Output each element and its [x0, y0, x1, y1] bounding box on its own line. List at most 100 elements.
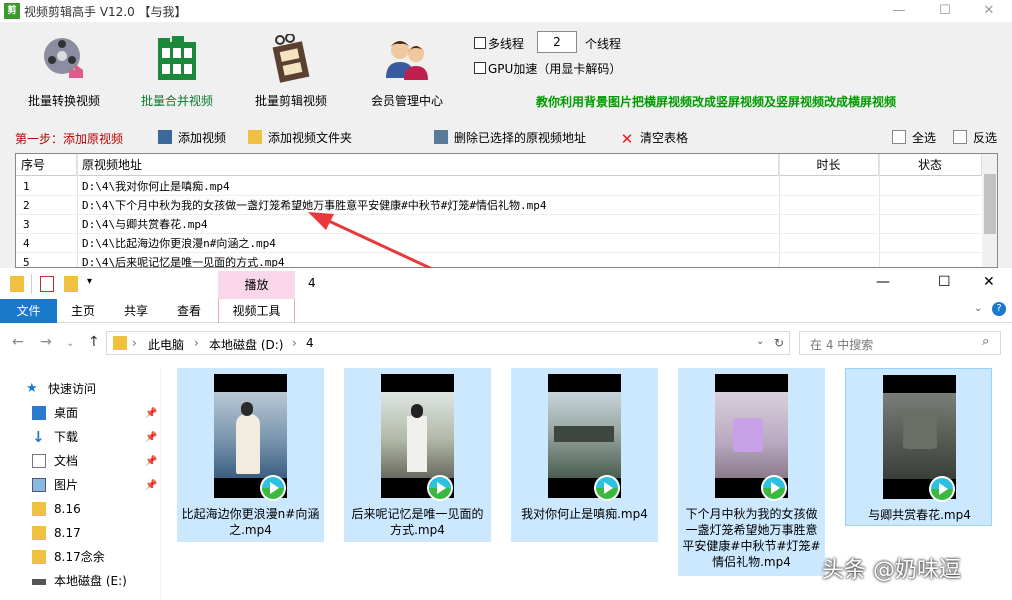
nav-label: 图片: [54, 478, 79, 492]
forward-arrow-icon[interactable]: →: [40, 334, 52, 350]
member-center-label: 会员管理中心: [370, 94, 443, 108]
drive-icon: [32, 579, 46, 585]
row-index: 1: [23, 180, 30, 193]
watermark: 头条 @奶味逗: [822, 558, 961, 583]
new-folder-icon[interactable]: [64, 276, 78, 292]
pin-icon[interactable]: 📌: [145, 480, 157, 491]
batch-convert-label: 批量转换视频: [27, 94, 100, 108]
add-video-button[interactable]: 添加视频: [158, 129, 226, 147]
film-add-icon: [158, 130, 172, 144]
checkbox-icon: [892, 130, 906, 144]
maximize-button[interactable]: ☐: [922, 0, 968, 22]
select-all-label: 全选: [912, 131, 937, 145]
app-title: 视频剪辑高手 V12.0 【与我】: [24, 5, 187, 19]
nav-label: 快速访问: [48, 382, 97, 396]
file-tile[interactable]: 我对你何止是嗔痴.mp4: [511, 368, 658, 542]
col-duration[interactable]: 时长: [779, 154, 879, 176]
gpu-checkbox[interactable]: [474, 62, 486, 74]
folder-add-icon: [248, 130, 262, 144]
picture-icon: [32, 478, 46, 492]
add-folder-label: 添加视频文件夹: [268, 131, 353, 145]
file-tile-selected[interactable]: 与卿共赏春花.mp4: [845, 368, 992, 526]
recent-dropdown-icon[interactable]: ⌄: [66, 338, 74, 349]
batch-cut-button[interactable]: 批量剪辑视频: [236, 33, 346, 109]
batch-convert-button[interactable]: 批量转换视频: [9, 34, 119, 109]
invert-selection-button[interactable]: 反选: [953, 129, 997, 147]
breadcrumb-this-pc[interactable]: 此电脑: [148, 336, 184, 353]
up-arrow-icon[interactable]: ↑: [88, 334, 100, 350]
folder-icon: [113, 336, 127, 350]
delete-selected-button[interactable]: 删除已选择的原视频地址: [434, 129, 586, 147]
minimize-button[interactable]: —: [876, 0, 922, 22]
properties-icon[interactable]: [40, 276, 54, 292]
file-tile[interactable]: 比起海边你更浪漫n#向涵之.mp4: [177, 368, 324, 542]
table-row[interactable]: 1 D:\4\我对你何止是嗔痴.mp4: [16, 177, 982, 196]
file-tile[interactable]: 下个月中秋为我的女孩做一盏灯笼希望她万事胜意平安健康#中秋节#灯笼#情侣礼物.m…: [678, 368, 825, 576]
scrollbar-thumb[interactable]: [984, 174, 996, 234]
ribbon-tabs: 文件 主页 共享 查看 视频工具 ⌄ ?: [0, 299, 1012, 323]
film-reel-icon: [39, 34, 89, 84]
pin-icon[interactable]: 📌: [145, 456, 157, 467]
refresh-icon[interactable]: ↻: [774, 336, 784, 350]
minimize-button[interactable]: —: [876, 274, 890, 290]
table-scrollbar[interactable]: [982, 154, 997, 267]
row-path: D:\4\我对你何止是嗔痴.mp4: [82, 180, 230, 193]
multithread-label: 多线程: [488, 37, 525, 51]
col-path[interactable]: 原视频地址: [77, 154, 779, 176]
tutorial-link[interactable]: 教你利用背景图片把横屏视频改成竖屏视频及竖屏视频改成横屏视频: [536, 93, 896, 110]
app-logo-icon: 剪: [4, 3, 20, 19]
folder-icon: [10, 276, 24, 292]
pin-icon[interactable]: 📌: [145, 432, 157, 443]
cut-film-icon: [266, 33, 316, 84]
pin-icon[interactable]: 📌: [145, 408, 157, 419]
chevron-down-icon[interactable]: ⌄: [974, 303, 982, 314]
desktop-icon: [32, 406, 46, 420]
nav-label: 桌面: [54, 406, 79, 420]
file-tile[interactable]: 后来呢记忆是唯一见面的方式.mp4: [344, 368, 491, 542]
row-index: 5: [23, 256, 30, 268]
breadcrumb-chevron-icon[interactable]: ›: [194, 336, 199, 350]
address-dropdown-icon[interactable]: ⌄: [756, 336, 764, 347]
breadcrumb-chevron-icon[interactable]: ›: [132, 336, 137, 350]
breadcrumb-drive-d[interactable]: 本地磁盘 (D:): [209, 336, 283, 353]
tab-view[interactable]: 查看: [163, 299, 215, 323]
video-player-icon: [928, 475, 956, 503]
close-button[interactable]: ✕: [983, 274, 995, 290]
search-icon[interactable]: ⌕: [982, 334, 989, 349]
nav-label: 下载: [54, 430, 79, 444]
add-folder-button[interactable]: 添加视频文件夹: [248, 129, 352, 147]
multithread-checkbox[interactable]: [474, 37, 486, 49]
col-status[interactable]: 状态: [879, 154, 982, 176]
tab-share[interactable]: 共享: [109, 299, 163, 323]
video-player-icon: [593, 474, 621, 502]
delete-selected-label: 删除已选择的原视频地址: [454, 131, 587, 145]
breadcrumb-chevron-icon[interactable]: ›: [292, 336, 297, 350]
divider: [31, 274, 32, 294]
tab-video-tools[interactable]: 视频工具: [218, 299, 295, 323]
clear-table-button[interactable]: ✕ 清空表格: [620, 129, 688, 147]
batch-merge-button[interactable]: 批量合并视频: [122, 34, 232, 109]
maximize-button[interactable]: ☐: [938, 274, 951, 290]
file-name: 比起海边你更浪漫n#向涵之.mp4: [181, 507, 320, 537]
breadcrumb-folder[interactable]: 4: [306, 336, 314, 350]
tab-file[interactable]: 文件: [0, 299, 57, 323]
quick-access-dropdown-icon[interactable]: ▾: [87, 276, 92, 287]
contextual-tab-play[interactable]: 播放: [218, 271, 295, 299]
search-placeholder: 在 4 中搜索: [810, 338, 874, 352]
thread-count-input[interactable]: 2: [537, 31, 577, 53]
pane-divider: [160, 368, 161, 600]
window-title: 4: [308, 276, 316, 290]
thread-unit-label: 个线程: [585, 37, 622, 51]
help-icon[interactable]: ?: [992, 302, 1006, 316]
gpu-label: GPU加速（用显卡解码）: [488, 62, 622, 76]
select-all-button[interactable]: 全选: [892, 129, 936, 147]
nav-label: 本地磁盘 (E:): [54, 574, 127, 588]
tab-home[interactable]: 主页: [57, 299, 109, 323]
close-button[interactable]: ✕: [966, 0, 1012, 22]
video-player-icon: [426, 474, 454, 502]
search-input[interactable]: 在 4 中搜索 ⌕: [799, 331, 1001, 355]
member-center-button[interactable]: 会员管理中心: [352, 34, 462, 109]
col-index[interactable]: 序号: [16, 154, 77, 176]
back-arrow-icon[interactable]: ←: [12, 334, 24, 350]
folder-icon: [32, 550, 46, 564]
